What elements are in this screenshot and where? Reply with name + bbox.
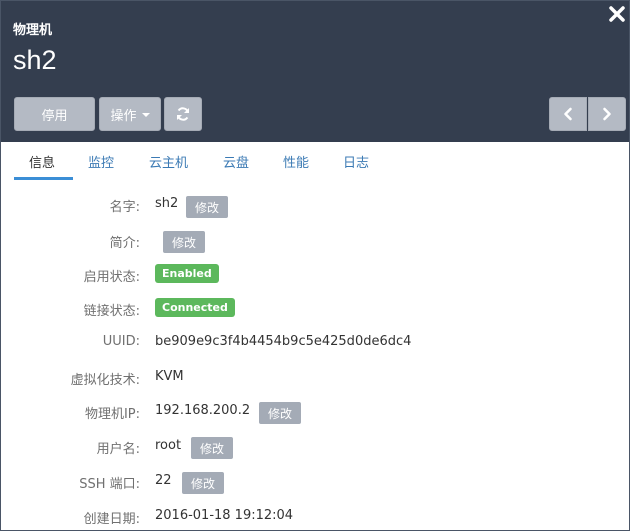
host-detail-panel: 物理机 sh2 停用 操作 信息 监控 云主机 云盘 性能 日志 名字: sh2… xyxy=(0,0,630,531)
name-value: sh2 xyxy=(155,196,179,211)
host-ip-label: 物理机IP: xyxy=(84,407,140,422)
edit-description-button[interactable]: 修改 xyxy=(163,231,205,253)
connection-state-label: 链接状态: xyxy=(83,304,140,319)
active-tab-indicator xyxy=(14,177,73,180)
name-label: 名字: xyxy=(109,200,140,215)
disable-button[interactable]: 停用 xyxy=(14,97,95,131)
description-label: 简介: xyxy=(109,236,140,251)
tab-monitor[interactable]: 监控 xyxy=(88,152,114,171)
actions-dropdown-button[interactable]: 操作 xyxy=(99,97,161,131)
edit-host-ip-button[interactable]: 修改 xyxy=(259,402,301,424)
tab-info[interactable]: 信息 xyxy=(29,152,55,171)
username-value: root xyxy=(155,438,182,453)
created-date-value: 2016-01-18 19:12:04 xyxy=(155,508,294,523)
connection-state-badge: Connected xyxy=(155,298,235,317)
edit-ssh-port-button[interactable]: 修改 xyxy=(182,472,224,494)
next-button[interactable] xyxy=(588,97,626,131)
refresh-button[interactable] xyxy=(164,97,202,131)
tab-performance[interactable]: 性能 xyxy=(283,152,309,171)
chevron-right-icon xyxy=(603,107,611,121)
refresh-icon xyxy=(177,107,189,121)
edit-username-button[interactable]: 修改 xyxy=(191,437,233,459)
enable-state-badge: Enabled xyxy=(155,264,219,283)
caret-down-icon xyxy=(141,113,150,117)
panel-header: 物理机 sh2 停用 操作 xyxy=(1,1,629,142)
page-title: sh2 xyxy=(13,45,57,75)
tab-logs[interactable]: 日志 xyxy=(343,152,369,171)
uuid-value: be909e9c3f4b4454b9c5e425d0de6dc4 xyxy=(155,334,412,349)
resource-kind-label: 物理机 xyxy=(13,23,53,38)
actions-button-label: 操作 xyxy=(110,108,137,124)
disable-button-label: 停用 xyxy=(41,108,68,124)
username-label: 用户名: xyxy=(96,442,140,457)
previous-button[interactable] xyxy=(549,97,587,131)
uuid-label: UUID: xyxy=(102,334,140,349)
chevron-left-icon xyxy=(564,107,572,121)
enable-state-label: 启用状态: xyxy=(83,270,140,285)
host-ip-value: 192.168.200.2 xyxy=(155,403,251,418)
virtualization-label: 虚拟化技术: xyxy=(70,373,140,388)
edit-name-button[interactable]: 修改 xyxy=(186,196,228,218)
virtualization-value: KVM xyxy=(155,369,184,384)
tab-vm-instances[interactable]: 云主机 xyxy=(149,152,188,171)
ssh-port-value: 22 xyxy=(155,473,172,488)
close-icon[interactable] xyxy=(608,5,626,23)
tab-volumes[interactable]: 云盘 xyxy=(223,152,249,171)
tab-bar: 信息 监控 云主机 云盘 性能 日志 xyxy=(1,142,629,182)
created-date-label: 创建日期: xyxy=(83,512,140,527)
ssh-port-label: SSH 端口: xyxy=(79,477,140,492)
